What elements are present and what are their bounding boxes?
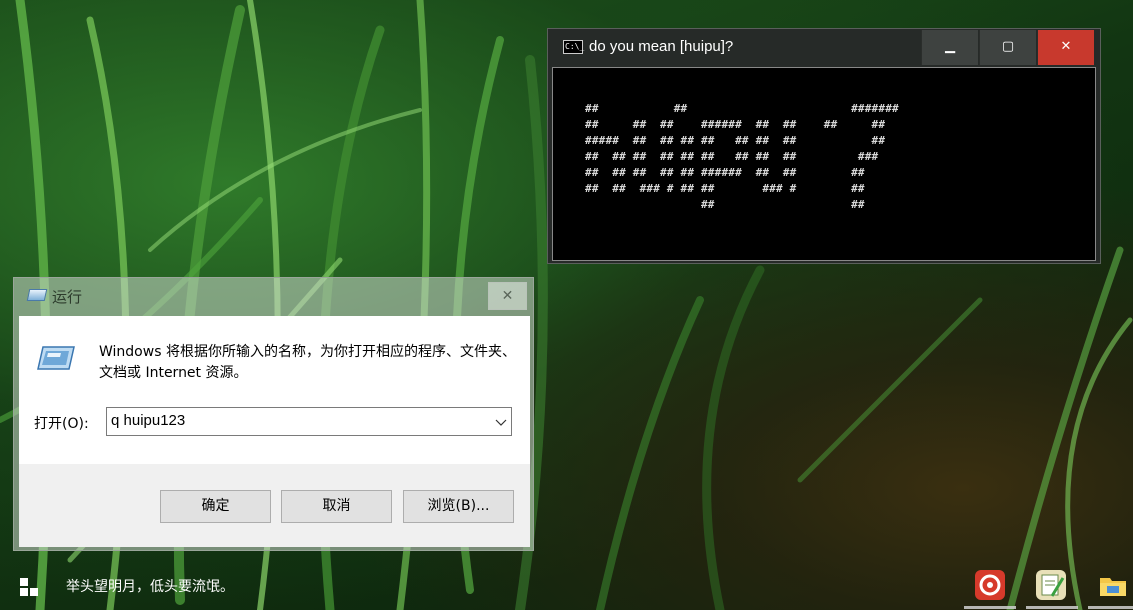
run-title: 运行 [52,288,83,306]
open-combobox[interactable]: q huipu123 [106,407,512,436]
run-icon [26,289,48,301]
taskbar-indicator [964,606,1016,609]
ascii-art-output: ## ## ####### ## ## ## ###### ## ## ## #… [585,102,899,211]
cancel-button[interactable]: 取消 [281,490,392,523]
console-title: do you mean [huipu]? [589,38,734,55]
console-window[interactable]: C:\_ do you mean [huipu]? ▁ ▢ ✕ ## ## ##… [547,28,1101,264]
run-upper-panel: Windows 将根据你所输入的名称，为你打开相应的程序、文件夹、文档或 Int… [19,316,530,464]
music-app-icon[interactable] [975,570,1005,600]
minimize-button[interactable]: ▁ [921,30,978,65]
run-dialog[interactable]: 运行 ✕ Windows 将根据你所输入的名称，为你打开相应的程序、文件夹、文档… [13,277,534,551]
console-icon: C:\_ [563,40,584,54]
console-titlebar[interactable]: C:\_ do you mean [huipu]? ▁ ▢ ✕ [548,29,1100,66]
taskbar-indicator [1026,606,1078,609]
run-description: Windows 将根据你所输入的名称，为你打开相应的程序、文件夹、文档或 Int… [99,344,516,381]
run-titlebar[interactable]: 运行 ✕ [14,278,533,314]
console-output-area[interactable]: ## ## ####### ## ## ## ###### ## ## ## #… [552,67,1096,261]
run-program-icon [37,346,75,370]
browse-button[interactable]: 浏览(B)... [403,490,514,523]
notepad-app-icon[interactable] [1036,570,1066,600]
run-content: Windows 将根据你所输入的名称，为你打开相应的程序、文件夹、文档或 Int… [19,316,530,547]
open-input[interactable]: q huipu123 [111,412,185,429]
chevron-down-icon[interactable] [493,414,509,430]
taskbar-indicator [1088,606,1133,609]
open-label: 打开(O): [34,416,89,432]
maximize-button[interactable]: ▢ [979,30,1036,65]
run-close-button[interactable]: ✕ [488,282,527,310]
close-button[interactable]: ✕ [1037,30,1094,65]
ok-button[interactable]: 确定 [160,490,271,523]
folder-app-icon[interactable] [1098,570,1128,600]
desktop-caption: 举头望明月，低头要流氓。 [66,579,234,595]
windows-start-icon[interactable] [20,578,38,596]
